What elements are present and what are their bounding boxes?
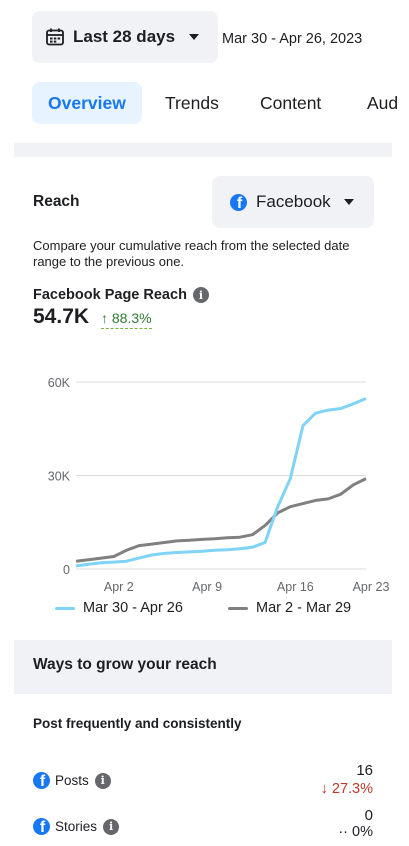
date-range-text: Mar 30 - Apr 26, 2023 [222, 31, 363, 47]
reach-description: Compare your cumulative reach from the s… [33, 238, 350, 269]
tab-overview[interactable]: Overview [32, 82, 142, 124]
facebook-icon: f [33, 818, 50, 835]
legend-swatch [228, 606, 248, 610]
metric-value: 54.7K [33, 305, 90, 328]
series-line [75, 397, 367, 568]
facebook-icon: f [33, 772, 50, 789]
stat-change-value: 27.3% [331, 781, 373, 797]
legend-swatch [55, 606, 75, 610]
metric-change-value: 88.3% [111, 310, 152, 326]
stat-label: Posts [55, 773, 89, 788]
y-tick-label: 60K [48, 376, 71, 390]
ways-subtitle: Post frequently and consistently [33, 716, 242, 731]
chevron-down-icon [189, 34, 200, 40]
facebook-icon: f [230, 193, 247, 211]
date-range-label: Last 28 days [73, 27, 176, 46]
legend-label: Mar 30 - Apr 26 [83, 600, 183, 616]
stat-change-stories: ·· 0% [338, 824, 373, 840]
ways-title: Ways to grow your reach [33, 656, 217, 673]
x-tick-label: Apr 2 [104, 580, 134, 594]
metric-change: ↑ 88.3% [101, 310, 152, 329]
platform-dropdown[interactable]: f Facebook [212, 176, 374, 228]
stat-value-posts: 16 [356, 762, 373, 779]
legend-item-previous: Mar 2 - Mar 29 [228, 600, 351, 616]
tab-bar: Overview Trends Content Aud [32, 82, 409, 124]
platform-label: Facebook [256, 192, 331, 211]
calendar-icon [46, 28, 64, 46]
legend-item-current: Mar 30 - Apr 26 [55, 600, 183, 616]
date-range-dropdown[interactable]: Last 28 days [32, 11, 218, 63]
stat-label: Stories [55, 819, 98, 834]
y-tick-label: 0 [63, 563, 70, 577]
info-icon[interactable]: i [94, 772, 111, 789]
metric-label: Facebook Page Reach [33, 287, 187, 303]
date-picker-row: Last 28 days [32, 11, 218, 63]
reach-line-chart: 60K 30K 0 Apr 2 Apr 9 Apr 16 Apr 23 [48, 376, 390, 594]
stat-value-stories: 0 [364, 807, 373, 824]
stat-change-value: 0% [352, 824, 373, 840]
metric-title: Facebook Page Reach i [33, 287, 209, 303]
chevron-down-icon [343, 199, 354, 205]
tab-audience[interactable]: Aud [367, 82, 398, 124]
y-tick-label: 30K [48, 470, 71, 484]
x-tick-label: Apr 23 [353, 580, 390, 594]
x-tick-label: Apr 16 [277, 580, 314, 594]
arrow-down-icon: ↓ [320, 781, 328, 797]
info-icon[interactable]: i [192, 287, 209, 303]
tab-trends[interactable]: Trends [165, 82, 219, 124]
reach-title: Reach [33, 193, 80, 210]
info-icon[interactable]: i [103, 818, 120, 835]
stat-row-stories: f Stories i [33, 818, 120, 835]
section-divider [14, 143, 392, 157]
arrow-up-icon: ↑ [101, 310, 108, 326]
flat-trend-icon: ·· [338, 824, 348, 840]
legend-label: Mar 2 - Mar 29 [256, 600, 352, 616]
stat-change-posts: ↓ 27.3% [321, 781, 373, 797]
tab-content[interactable]: Content [260, 82, 321, 124]
x-tick-label: Apr 9 [192, 580, 222, 594]
stat-row-posts: f Posts i [33, 772, 111, 789]
